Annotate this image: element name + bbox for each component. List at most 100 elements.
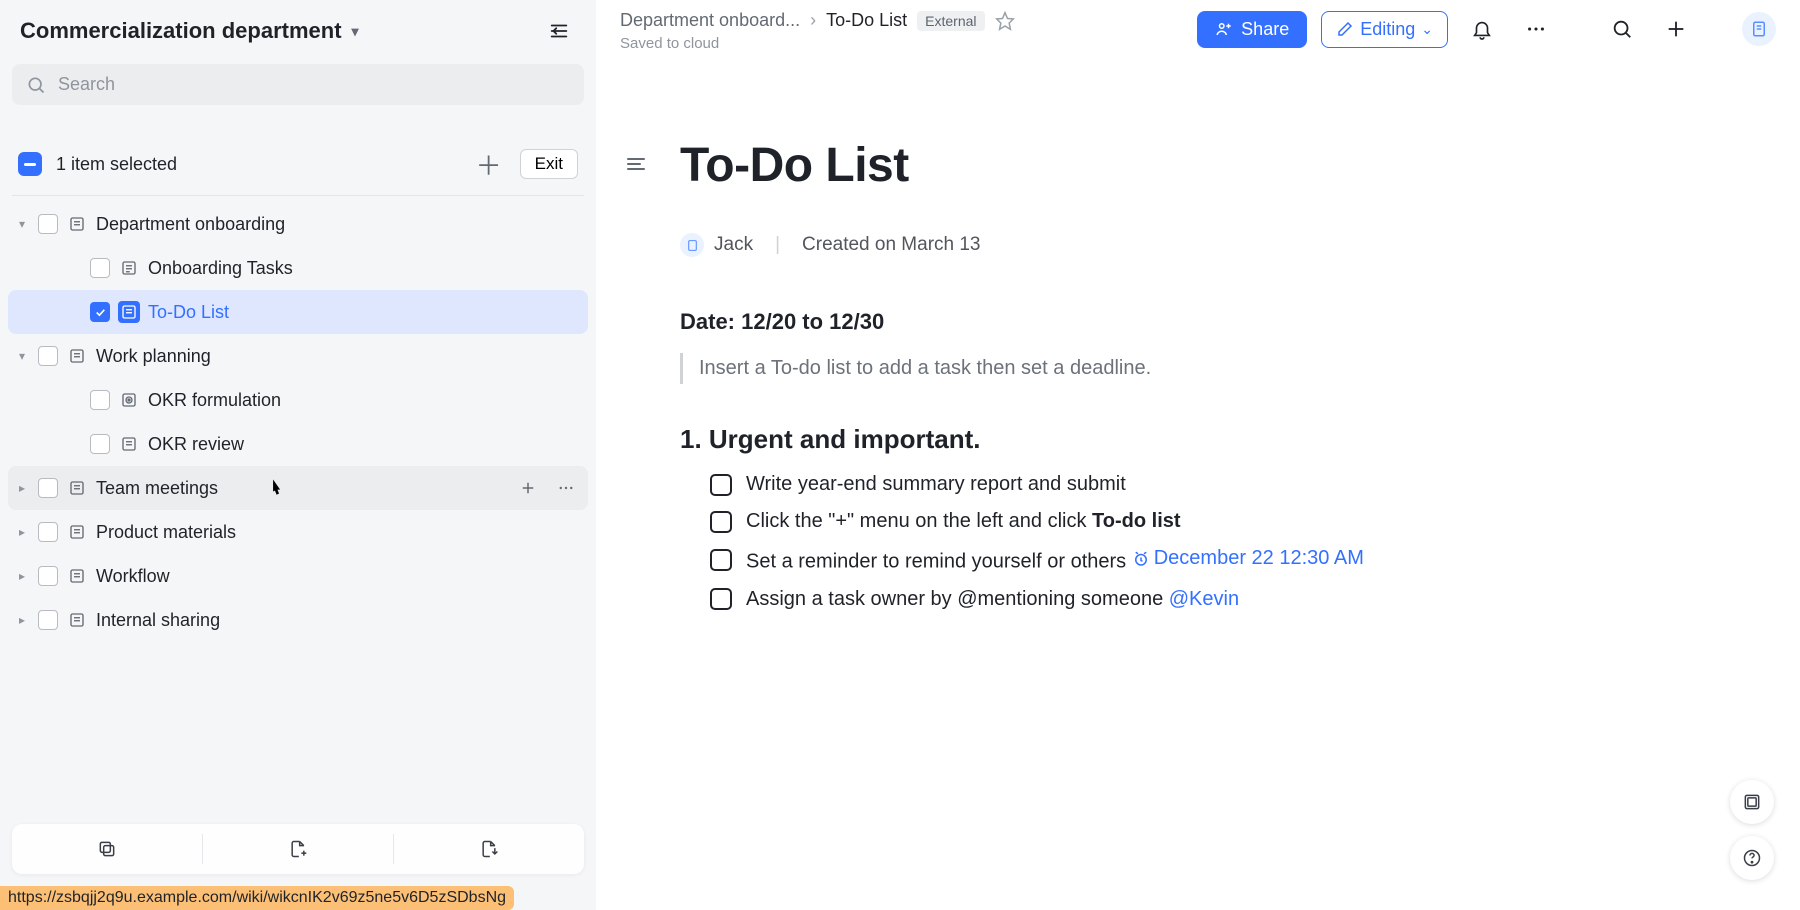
tree-item-onb-tasks[interactable]: Onboarding Tasks <box>8 246 588 290</box>
workspace-switcher[interactable]: Commercialization department ▾ <box>20 18 359 44</box>
sidebar-collapse-button[interactable] <box>542 14 576 48</box>
tree-item-label: OKR formulation <box>148 390 281 411</box>
tree-item-team[interactable]: ▸Team meetings <box>8 466 588 510</box>
expand-toggle[interactable]: ▸ <box>14 613 30 627</box>
selection-indicator[interactable] <box>18 152 42 176</box>
star-button[interactable] <box>995 11 1015 31</box>
expand-toggle[interactable]: ▸ <box>14 569 30 583</box>
select-checkbox[interactable] <box>90 258 110 278</box>
task-item[interactable]: Write year-end summary report and submit <box>710 473 1364 496</box>
select-checkbox[interactable] <box>38 610 58 630</box>
search-input[interactable] <box>58 74 570 95</box>
user-avatar[interactable] <box>1742 12 1776 46</box>
tree-item-label: Internal sharing <box>96 610 220 631</box>
doc-meta: Jack | Created on March 13 <box>680 233 1364 257</box>
expand-toggle[interactable]: ▸ <box>14 481 30 495</box>
chevron-down-icon: ⌄ <box>1421 21 1433 38</box>
author-name: Jack <box>714 234 753 256</box>
topbar: Department onboard... › To-Do List Exter… <box>596 0 1800 58</box>
expand-toggle[interactable]: ▾ <box>14 349 30 363</box>
select-checkbox[interactable] <box>90 390 110 410</box>
select-checkbox[interactable] <box>38 522 58 542</box>
page-type-icon <box>118 257 140 279</box>
hint-block[interactable]: Insert a To-do list to add a task then s… <box>680 353 1364 384</box>
task-checkbox[interactable] <box>710 474 732 496</box>
chevron-down-icon: ▾ <box>352 23 359 40</box>
select-checkbox[interactable] <box>90 302 110 322</box>
global-search-button[interactable] <box>1602 9 1642 49</box>
date-range[interactable]: Date: 12/20 to 12/30 <box>680 309 1364 335</box>
breadcrumb-parent[interactable]: Department onboard... <box>620 10 800 31</box>
copy-button[interactable] <box>12 824 202 874</box>
outline-toggle-button[interactable] <box>624 152 654 182</box>
status-url-hint: https://zsbqjj2q9u.example.com/wiki/wikc… <box>0 886 514 910</box>
new-doc-button[interactable] <box>203 824 393 874</box>
page-tree: ▾Department onboardingOnboarding Tasks To… <box>0 198 596 910</box>
page-title[interactable]: To-Do List <box>680 138 1364 193</box>
page-type-icon <box>66 477 88 499</box>
search-input-wrap[interactable] <box>12 64 584 105</box>
add-child-button[interactable] <box>514 474 542 502</box>
expand-toggle[interactable]: ▾ <box>14 217 30 231</box>
page-type-icon <box>66 213 88 235</box>
reminder-chip[interactable]: December 22 12:30 AM <box>1132 547 1364 570</box>
tree-item-okr-r[interactable]: OKR review <box>8 422 588 466</box>
tree-item-dept[interactable]: ▾Department onboarding <box>8 202 588 246</box>
tree-item-prod[interactable]: ▸ Product materials <box>8 510 588 554</box>
tree-item-wf[interactable]: ▸Workflow <box>8 554 588 598</box>
tree-item-label: Work planning <box>96 346 211 367</box>
page-type-icon <box>66 565 88 587</box>
sidebar-bottom-toolbar <box>12 824 584 874</box>
task-item[interactable]: Click the "+" menu on the left and click… <box>710 510 1364 533</box>
share-button-label: Share <box>1241 19 1289 40</box>
task-text: Assign a task owner by @mentioning someo… <box>746 588 1239 611</box>
import-doc-button[interactable] <box>394 824 584 874</box>
divider <box>12 195 584 196</box>
workspace-title: Commercialization department <box>20 18 342 44</box>
tree-item-label: OKR review <box>148 434 244 455</box>
created-date: Created on March 13 <box>802 234 981 256</box>
task-checkbox[interactable] <box>710 549 732 571</box>
share-icon <box>1215 20 1233 38</box>
more-button[interactable] <box>1516 9 1556 49</box>
tree-item-int[interactable]: ▸ Internal sharing <box>8 598 588 642</box>
task-item[interactable]: Set a reminder to remind yourself or oth… <box>710 547 1364 574</box>
help-button[interactable] <box>1730 836 1774 880</box>
author-avatar <box>680 233 704 257</box>
tree-item-label: Product materials <box>96 522 236 543</box>
tree-item-okr-f[interactable]: OKR formulation <box>8 378 588 422</box>
main: Department onboard... › To-Do List Exter… <box>596 0 1800 910</box>
tree-item-todo[interactable]: To-Do List <box>8 290 588 334</box>
breadcrumb-current: To-Do List <box>826 10 907 31</box>
task-list: Write year-end summary report and submit… <box>680 473 1364 611</box>
select-checkbox[interactable] <box>38 346 58 366</box>
row-more-button[interactable] <box>552 474 580 502</box>
select-checkbox[interactable] <box>90 434 110 454</box>
editing-mode-button[interactable]: Editing ⌄ <box>1321 11 1448 48</box>
select-checkbox[interactable] <box>38 214 58 234</box>
task-text: Click the "+" menu on the left and click… <box>746 510 1181 533</box>
add-page-button[interactable]: ＋ <box>472 147 506 181</box>
page-type-icon <box>118 433 140 455</box>
task-checkbox[interactable] <box>710 588 732 610</box>
page-type-icon <box>118 301 140 323</box>
task-item[interactable]: Assign a task owner by @mentioning someo… <box>710 588 1364 611</box>
task-checkbox[interactable] <box>710 511 732 533</box>
share-button[interactable]: Share <box>1197 11 1307 48</box>
tree-item-work[interactable]: ▾ Work planning <box>8 334 588 378</box>
editing-mode-label: Editing <box>1360 19 1415 40</box>
select-checkbox[interactable] <box>38 566 58 586</box>
select-checkbox[interactable] <box>38 478 58 498</box>
new-button[interactable] <box>1656 9 1696 49</box>
task-text: Set a reminder to remind yourself or oth… <box>746 547 1364 574</box>
exit-selection-button[interactable]: Exit <box>520 149 578 179</box>
selection-bar: 1 item selected ＋ Exit <box>0 117 596 191</box>
mention-chip[interactable]: @Kevin <box>1169 588 1239 610</box>
tree-item-label: To-Do List <box>148 302 229 323</box>
template-button[interactable] <box>1730 780 1774 824</box>
breadcrumb: Department onboard... › To-Do List Exter… <box>620 10 1181 31</box>
section-heading[interactable]: 1. Urgent and important. <box>680 424 1364 455</box>
notifications-button[interactable] <box>1462 9 1502 49</box>
chevron-right-icon: › <box>810 10 816 31</box>
expand-toggle[interactable]: ▸ <box>14 525 30 539</box>
